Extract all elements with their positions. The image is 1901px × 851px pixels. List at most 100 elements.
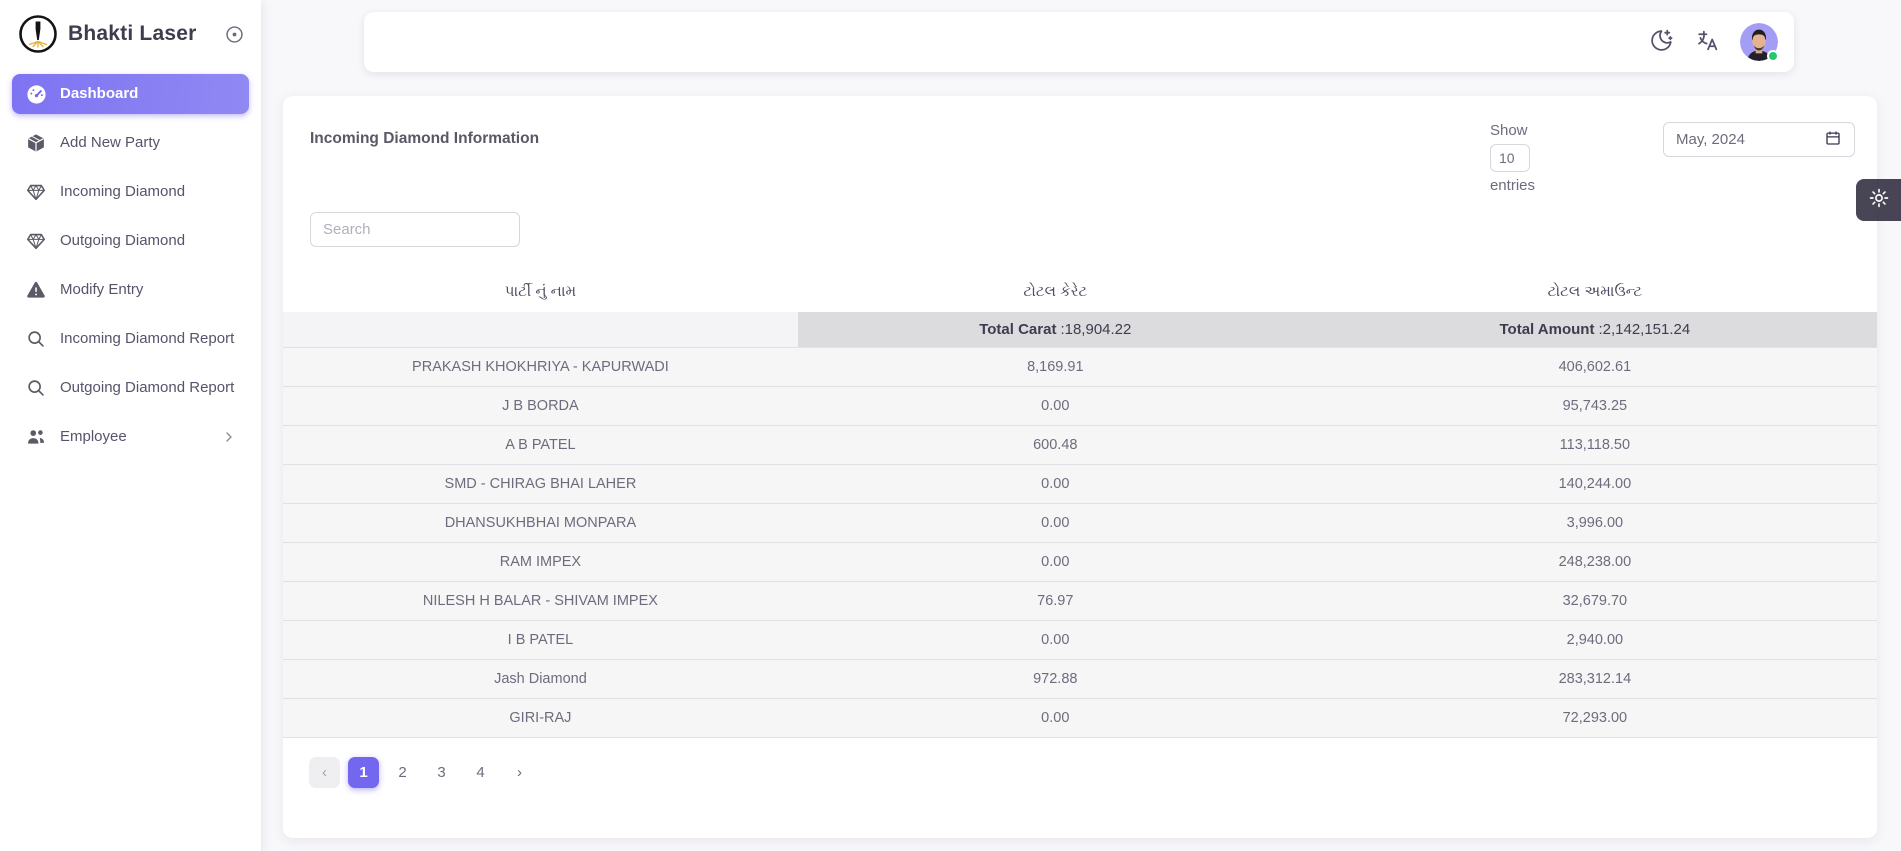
sidebar-item-add-new-party[interactable]: Add New Party bbox=[12, 123, 249, 163]
table-row: Jash Diamond 972.88 283,312.14 bbox=[283, 660, 1877, 699]
carat-cell: 600.48 bbox=[798, 426, 1313, 465]
sidebar-item-outgoing-diamond[interactable]: Outgoing Diamond bbox=[12, 221, 249, 261]
carat-cell: 0.00 bbox=[798, 387, 1313, 426]
users-icon bbox=[24, 425, 48, 449]
total-amount-value: :2,142,151.24 bbox=[1598, 321, 1690, 338]
totals-empty-cell bbox=[283, 312, 798, 348]
cube-icon bbox=[24, 131, 48, 155]
incoming-diamond-table: પાર્ટી નું નામ ટોટલ કેરેટ ટોટલ અમાઉન્ટ T… bbox=[283, 273, 1877, 738]
calendar-icon bbox=[1824, 129, 1842, 151]
party-name-cell: Jash Diamond bbox=[283, 660, 798, 699]
sidebar-item-label: Dashboard bbox=[60, 85, 237, 104]
pagination-prev-button[interactable]: ‹ bbox=[309, 757, 340, 788]
pagination-page-3[interactable]: 3 bbox=[426, 757, 457, 788]
party-name-cell: RAM IMPEX bbox=[283, 543, 798, 582]
settings-button[interactable] bbox=[1856, 179, 1901, 221]
party-name-cell: A B PATEL bbox=[283, 426, 798, 465]
carat-cell: 0.00 bbox=[798, 621, 1313, 660]
sidebar-item-incoming-diamond[interactable]: Incoming Diamond bbox=[12, 172, 249, 212]
search-input[interactable] bbox=[310, 212, 520, 247]
carat-cell: 76.97 bbox=[798, 582, 1313, 621]
dark-mode-toggle-button[interactable] bbox=[1642, 23, 1680, 61]
show-label: Show bbox=[1490, 122, 1535, 139]
column-header-party-name: પાર્ટી નું નામ bbox=[283, 273, 798, 312]
sidebar-collapse-toggle-icon[interactable] bbox=[223, 23, 245, 45]
carat-cell: 0.00 bbox=[798, 543, 1313, 582]
sidebar-item-label: Modify Entry bbox=[60, 281, 237, 300]
month-picker-value: May, 2024 bbox=[1676, 131, 1745, 148]
language-switch-button[interactable] bbox=[1688, 23, 1726, 61]
party-name-cell: I B PATEL bbox=[283, 621, 798, 660]
amount-cell: 248,238.00 bbox=[1313, 543, 1877, 582]
total-amount-label: Total Amount bbox=[1499, 321, 1594, 338]
carat-cell: 972.88 bbox=[798, 660, 1313, 699]
carat-cell: 0.00 bbox=[798, 465, 1313, 504]
table-row: PRAKASH KHOKHRIYA - KAPURWADI 8,169.91 4… bbox=[283, 348, 1877, 387]
sidebar-item-modify-entry[interactable]: Modify Entry bbox=[12, 270, 249, 310]
sidebar-item-dashboard[interactable]: Dashboard bbox=[12, 74, 249, 114]
pagination-page-2[interactable]: 2 bbox=[387, 757, 418, 788]
total-carat-value: :18,904.22 bbox=[1060, 321, 1131, 338]
amount-cell: 140,244.00 bbox=[1313, 465, 1877, 504]
sidebar-nav: Dashboard Add New Party Incoming Diamond bbox=[0, 66, 261, 466]
amount-cell: 2,940.00 bbox=[1313, 621, 1877, 660]
sidebar-item-label: Outgoing Diamond Report bbox=[60, 379, 237, 398]
amount-cell: 32,679.70 bbox=[1313, 582, 1877, 621]
main-area: Incoming Diamond Information Show entrie… bbox=[261, 12, 1901, 851]
column-header-total-carat: ટોટલ કેરેટ bbox=[798, 273, 1313, 312]
brand: Bhakti Laser bbox=[0, 0, 261, 66]
sidebar-item-incoming-diamond-report[interactable]: Incoming Diamond Report bbox=[12, 319, 249, 359]
diamond-icon bbox=[24, 229, 48, 253]
incoming-diamond-card: Incoming Diamond Information Show entrie… bbox=[283, 96, 1877, 838]
gauge-icon bbox=[24, 82, 48, 106]
pagination-page-4[interactable]: 4 bbox=[465, 757, 496, 788]
carat-cell: 0.00 bbox=[798, 699, 1313, 738]
chevron-right-icon bbox=[221, 429, 237, 445]
online-status-badge bbox=[1767, 50, 1779, 62]
gear-icon bbox=[1868, 187, 1890, 214]
sidebar-item-outgoing-diamond-report[interactable]: Outgoing Diamond Report bbox=[12, 368, 249, 408]
sidebar: Bhakti Laser Dashboard bbox=[0, 0, 261, 851]
table-row: J B BORDA 0.00 95,743.25 bbox=[283, 387, 1877, 426]
pagination: ‹ 1 2 3 4 › bbox=[283, 738, 1877, 788]
page-title: Incoming Diamond Information bbox=[310, 130, 539, 194]
amount-cell: 283,312.14 bbox=[1313, 660, 1877, 699]
search-icon bbox=[24, 327, 48, 351]
month-picker[interactable]: May, 2024 bbox=[1663, 122, 1855, 157]
table-row: I B PATEL 0.00 2,940.00 bbox=[283, 621, 1877, 660]
table-row: A B PATEL 600.48 113,118.50 bbox=[283, 426, 1877, 465]
brand-logo-icon bbox=[18, 14, 58, 54]
total-amount-cell: Total Amount:2,142,151.24 bbox=[1313, 312, 1877, 348]
amount-cell: 113,118.50 bbox=[1313, 426, 1877, 465]
sidebar-item-label: Outgoing Diamond bbox=[60, 232, 237, 251]
amount-cell: 95,743.25 bbox=[1313, 387, 1877, 426]
total-carat-cell: Total Carat:18,904.22 bbox=[798, 312, 1313, 348]
entries-control: Show entries bbox=[1490, 122, 1535, 194]
language-icon bbox=[1695, 28, 1720, 56]
party-name-cell: PRAKASH KHOKHRIYA - KAPURWADI bbox=[283, 348, 798, 387]
search-icon bbox=[24, 376, 48, 400]
carat-cell: 8,169.91 bbox=[798, 348, 1313, 387]
party-name-cell: J B BORDA bbox=[283, 387, 798, 426]
totals-row: Total Carat:18,904.22 Total Amount:2,142… bbox=[283, 312, 1877, 348]
diamond-icon bbox=[24, 180, 48, 204]
table-row: RAM IMPEX 0.00 248,238.00 bbox=[283, 543, 1877, 582]
user-avatar[interactable] bbox=[1740, 23, 1778, 61]
moon-stars-icon bbox=[1649, 28, 1674, 56]
sidebar-item-employee[interactable]: Employee bbox=[12, 417, 249, 457]
party-name-cell: NILESH H BALAR - SHIVAM IMPEX bbox=[283, 582, 798, 621]
party-name-cell: SMD - CHIRAG BHAI LAHER bbox=[283, 465, 798, 504]
amount-cell: 406,602.61 bbox=[1313, 348, 1877, 387]
brand-name: Bhakti Laser bbox=[68, 22, 213, 46]
pagination-page-1[interactable]: 1 bbox=[348, 757, 379, 788]
entries-label: entries bbox=[1490, 177, 1535, 194]
amount-cell: 3,996.00 bbox=[1313, 504, 1877, 543]
table-row: NILESH H BALAR - SHIVAM IMPEX 76.97 32,6… bbox=[283, 582, 1877, 621]
topbar bbox=[364, 12, 1794, 72]
alert-triangle-icon bbox=[24, 278, 48, 302]
pagination-next-button[interactable]: › bbox=[504, 757, 535, 788]
table-row: GIRI-RAJ 0.00 72,293.00 bbox=[283, 699, 1877, 738]
entries-count-input[interactable] bbox=[1490, 144, 1530, 172]
column-header-total-amount: ટોટલ અમાઉન્ટ bbox=[1313, 273, 1877, 312]
total-carat-label: Total Carat bbox=[979, 321, 1056, 338]
